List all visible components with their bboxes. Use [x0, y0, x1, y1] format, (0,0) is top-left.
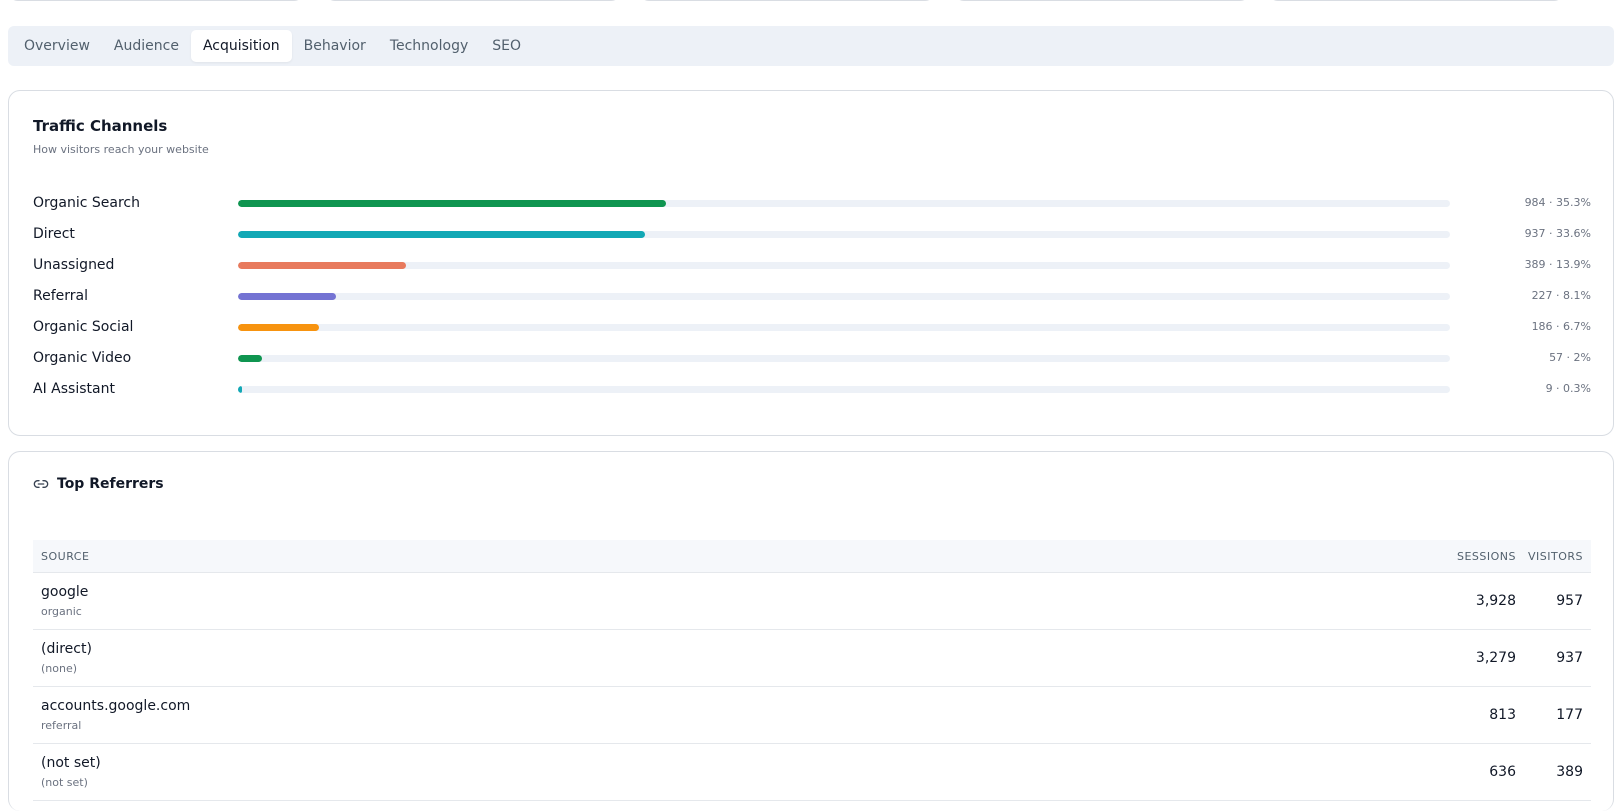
referrer-source: accounts.google.com [41, 698, 191, 714]
summary-card [325, 0, 621, 1]
tab-audience[interactable]: Audience [102, 30, 191, 62]
channel-bar-track [238, 200, 1450, 207]
channel-label: Organic Social [33, 319, 134, 335]
top-referrers-card: Top Referrers SOURCE SESSIONS VISITORS g… [8, 451, 1614, 811]
channel-bar-track [238, 324, 1450, 331]
channel-value: 9 · 0.3% [1545, 382, 1591, 395]
referrer-medium: organic [41, 605, 82, 618]
table-row[interactable]: google organic 3,928 957 [33, 573, 1591, 630]
referrer-visitors: 389 [1556, 764, 1583, 780]
referrer-visitors: 937 [1556, 650, 1583, 666]
summary-card [8, 0, 304, 1]
channel-value: 984 · 35.3% [1524, 196, 1591, 209]
referrer-source: google [41, 584, 89, 600]
section-tabs: Overview Audience Acquisition Behavior T… [8, 26, 1614, 66]
channel-row: Organic Video 57 · 2% [33, 348, 1591, 368]
referrer-visitors: 957 [1556, 593, 1583, 609]
channel-bar-fill [238, 386, 242, 393]
channel-row: Direct 937 · 33.6% [33, 224, 1591, 244]
channel-bar-fill [238, 200, 666, 207]
channel-value: 57 · 2% [1549, 351, 1591, 364]
summary-card [954, 0, 1250, 1]
channel-label: Organic Video [33, 350, 132, 366]
column-header-source[interactable]: SOURCE [41, 550, 89, 563]
channel-bar-fill [238, 355, 263, 362]
table-row[interactable]: accounts.google.com referral 813 177 [33, 687, 1591, 744]
summary-card [639, 0, 935, 1]
referrers-table: SOURCE SESSIONS VISITORS google organic … [33, 540, 1591, 801]
channel-label: AI Assistant [33, 381, 115, 397]
referrer-source: (direct) [41, 641, 92, 657]
column-header-visitors[interactable]: VISITORS [1528, 550, 1583, 563]
channel-label: Unassigned [33, 257, 115, 273]
tab-overview[interactable]: Overview [12, 30, 102, 62]
channel-bar-track [238, 293, 1450, 300]
channel-row: Unassigned 389 · 13.9% [33, 255, 1591, 275]
channel-value: 937 · 33.6% [1524, 227, 1591, 240]
channel-label: Referral [33, 288, 88, 304]
channel-value: 389 · 13.9% [1524, 258, 1591, 271]
tab-acquisition[interactable]: Acquisition [190, 30, 292, 62]
table-header: SOURCE SESSIONS VISITORS [33, 540, 1591, 573]
channel-label: Direct [33, 226, 75, 242]
referrer-source: (not set) [41, 755, 101, 771]
channel-bar-fill [238, 293, 337, 300]
table-row[interactable]: (direct) (none) 3,279 937 [33, 630, 1591, 687]
tab-behavior[interactable]: Behavior [292, 30, 378, 62]
traffic-channels-subtitle: How visitors reach your website [33, 143, 209, 156]
referrer-medium: referral [41, 719, 82, 732]
referrer-sessions: 813 [1489, 707, 1516, 723]
referrer-sessions: 3,279 [1475, 650, 1516, 666]
channel-row: Referral 227 · 8.1% [33, 286, 1591, 306]
channel-label: Organic Search [33, 195, 141, 211]
column-header-sessions[interactable]: SESSIONS [1457, 550, 1516, 563]
summary-card [1268, 0, 1564, 1]
channel-bar-fill [238, 324, 320, 331]
link-icon [33, 476, 49, 492]
tab-seo[interactable]: SEO [480, 30, 533, 62]
channel-row: AI Assistant 9 · 0.3% [33, 379, 1591, 399]
tab-technology[interactable]: Technology [378, 30, 480, 62]
channel-bar-track [238, 231, 1450, 238]
channel-bar-fill [238, 262, 407, 269]
channel-value: 186 · 6.7% [1531, 320, 1591, 333]
channel-value: 227 · 8.1% [1531, 289, 1591, 302]
traffic-channels-card: Traffic Channels How visitors reach your… [8, 90, 1614, 436]
table-row[interactable]: (not set) (not set) 636 389 [33, 744, 1591, 801]
top-referrers-header: Top Referrers [33, 476, 164, 492]
channel-bar-track [238, 262, 1450, 269]
referrer-visitors: 177 [1556, 707, 1583, 723]
channel-row: Organic Search 984 · 35.3% [33, 193, 1591, 213]
channel-bar-fill [238, 231, 646, 238]
top-referrers-title: Top Referrers [57, 476, 164, 492]
channel-row: Organic Social 186 · 6.7% [33, 317, 1591, 337]
referrer-sessions: 636 [1489, 764, 1516, 780]
referrer-sessions: 3,928 [1475, 593, 1516, 609]
referrer-medium: (not set) [41, 776, 88, 789]
traffic-channels-title: Traffic Channels [33, 117, 168, 135]
channel-bar-track [238, 355, 1450, 362]
channel-bar-track [238, 386, 1450, 393]
referrer-medium: (none) [41, 662, 78, 675]
